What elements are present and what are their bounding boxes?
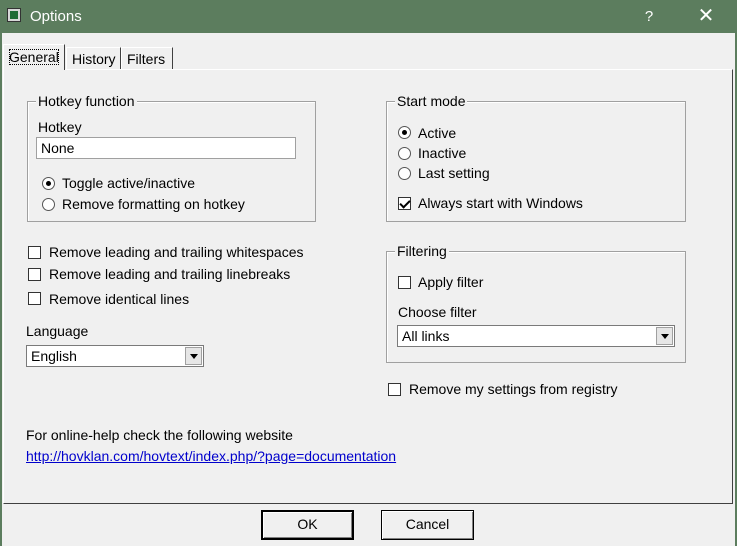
choose-filter-select[interactable]: All links [397, 325, 675, 347]
apply-filter-checkbox[interactable] [398, 276, 411, 289]
remove-linebreaks-label[interactable]: Remove leading and trailing linebreaks [49, 266, 290, 282]
close-icon[interactable]: ✕ [686, 0, 726, 33]
documentation-link[interactable]: http://hovklan.com/hovtext/index.php/?pa… [26, 448, 396, 464]
options-dialog: Options ? ✕ General History Filters Hotk… [0, 0, 737, 546]
remove-identical-lines-checkbox[interactable] [28, 292, 41, 305]
title-bar: Options ? ✕ [0, 0, 737, 33]
help-text: For online-help check the following webs… [26, 427, 293, 443]
language-select[interactable]: English [26, 345, 204, 367]
toggle-active-label[interactable]: Toggle active/inactive [62, 175, 195, 191]
window-border-left [0, 33, 2, 546]
help-button[interactable]: ? [636, 0, 662, 33]
tab-general-label: General [9, 49, 59, 65]
hotkey-label: Hotkey [38, 119, 82, 135]
toggle-active-radio[interactable] [42, 177, 55, 190]
choose-filter-label: Choose filter [398, 304, 477, 320]
always-start-label[interactable]: Always start with Windows [418, 195, 583, 211]
remove-linebreaks-checkbox[interactable] [28, 268, 41, 281]
apply-filter-label[interactable]: Apply filter [418, 274, 483, 290]
start-mode-title: Start mode [395, 93, 468, 109]
start-last-setting-label[interactable]: Last setting [418, 165, 490, 181]
app-icon [7, 8, 21, 22]
tab-filters[interactable]: Filters [121, 47, 173, 69]
language-label: Language [26, 323, 89, 339]
remove-whitespaces-label[interactable]: Remove leading and trailing whitespaces [49, 244, 303, 260]
remove-identical-lines-label[interactable]: Remove identical lines [49, 291, 189, 307]
start-active-label[interactable]: Active [418, 125, 456, 141]
start-inactive-radio[interactable] [398, 147, 411, 160]
always-start-checkbox[interactable] [398, 197, 411, 210]
ok-button[interactable]: OK [261, 510, 354, 540]
remove-settings-checkbox[interactable] [388, 383, 401, 396]
start-active-radio[interactable] [398, 126, 411, 139]
hotkey-input[interactable]: None [36, 137, 296, 159]
tab-general[interactable]: General [3, 44, 65, 70]
hotkey-function-title: Hotkey function [36, 93, 137, 109]
chevron-down-icon[interactable] [185, 347, 202, 365]
remove-whitespaces-checkbox[interactable] [28, 246, 41, 259]
filtering-title: Filtering [395, 243, 449, 259]
chevron-down-icon[interactable] [656, 327, 673, 345]
remove-settings-label[interactable]: Remove my settings from registry [409, 381, 618, 397]
language-value: English [31, 348, 77, 364]
start-inactive-label[interactable]: Inactive [418, 145, 466, 161]
cancel-button[interactable]: Cancel [381, 510, 474, 540]
remove-formatting-label[interactable]: Remove formatting on hotkey [62, 196, 245, 212]
choose-filter-value: All links [402, 328, 450, 344]
start-last-setting-radio[interactable] [398, 167, 411, 180]
remove-formatting-radio[interactable] [42, 198, 55, 211]
tab-history[interactable]: History [66, 47, 121, 69]
window-title: Options [30, 8, 82, 25]
